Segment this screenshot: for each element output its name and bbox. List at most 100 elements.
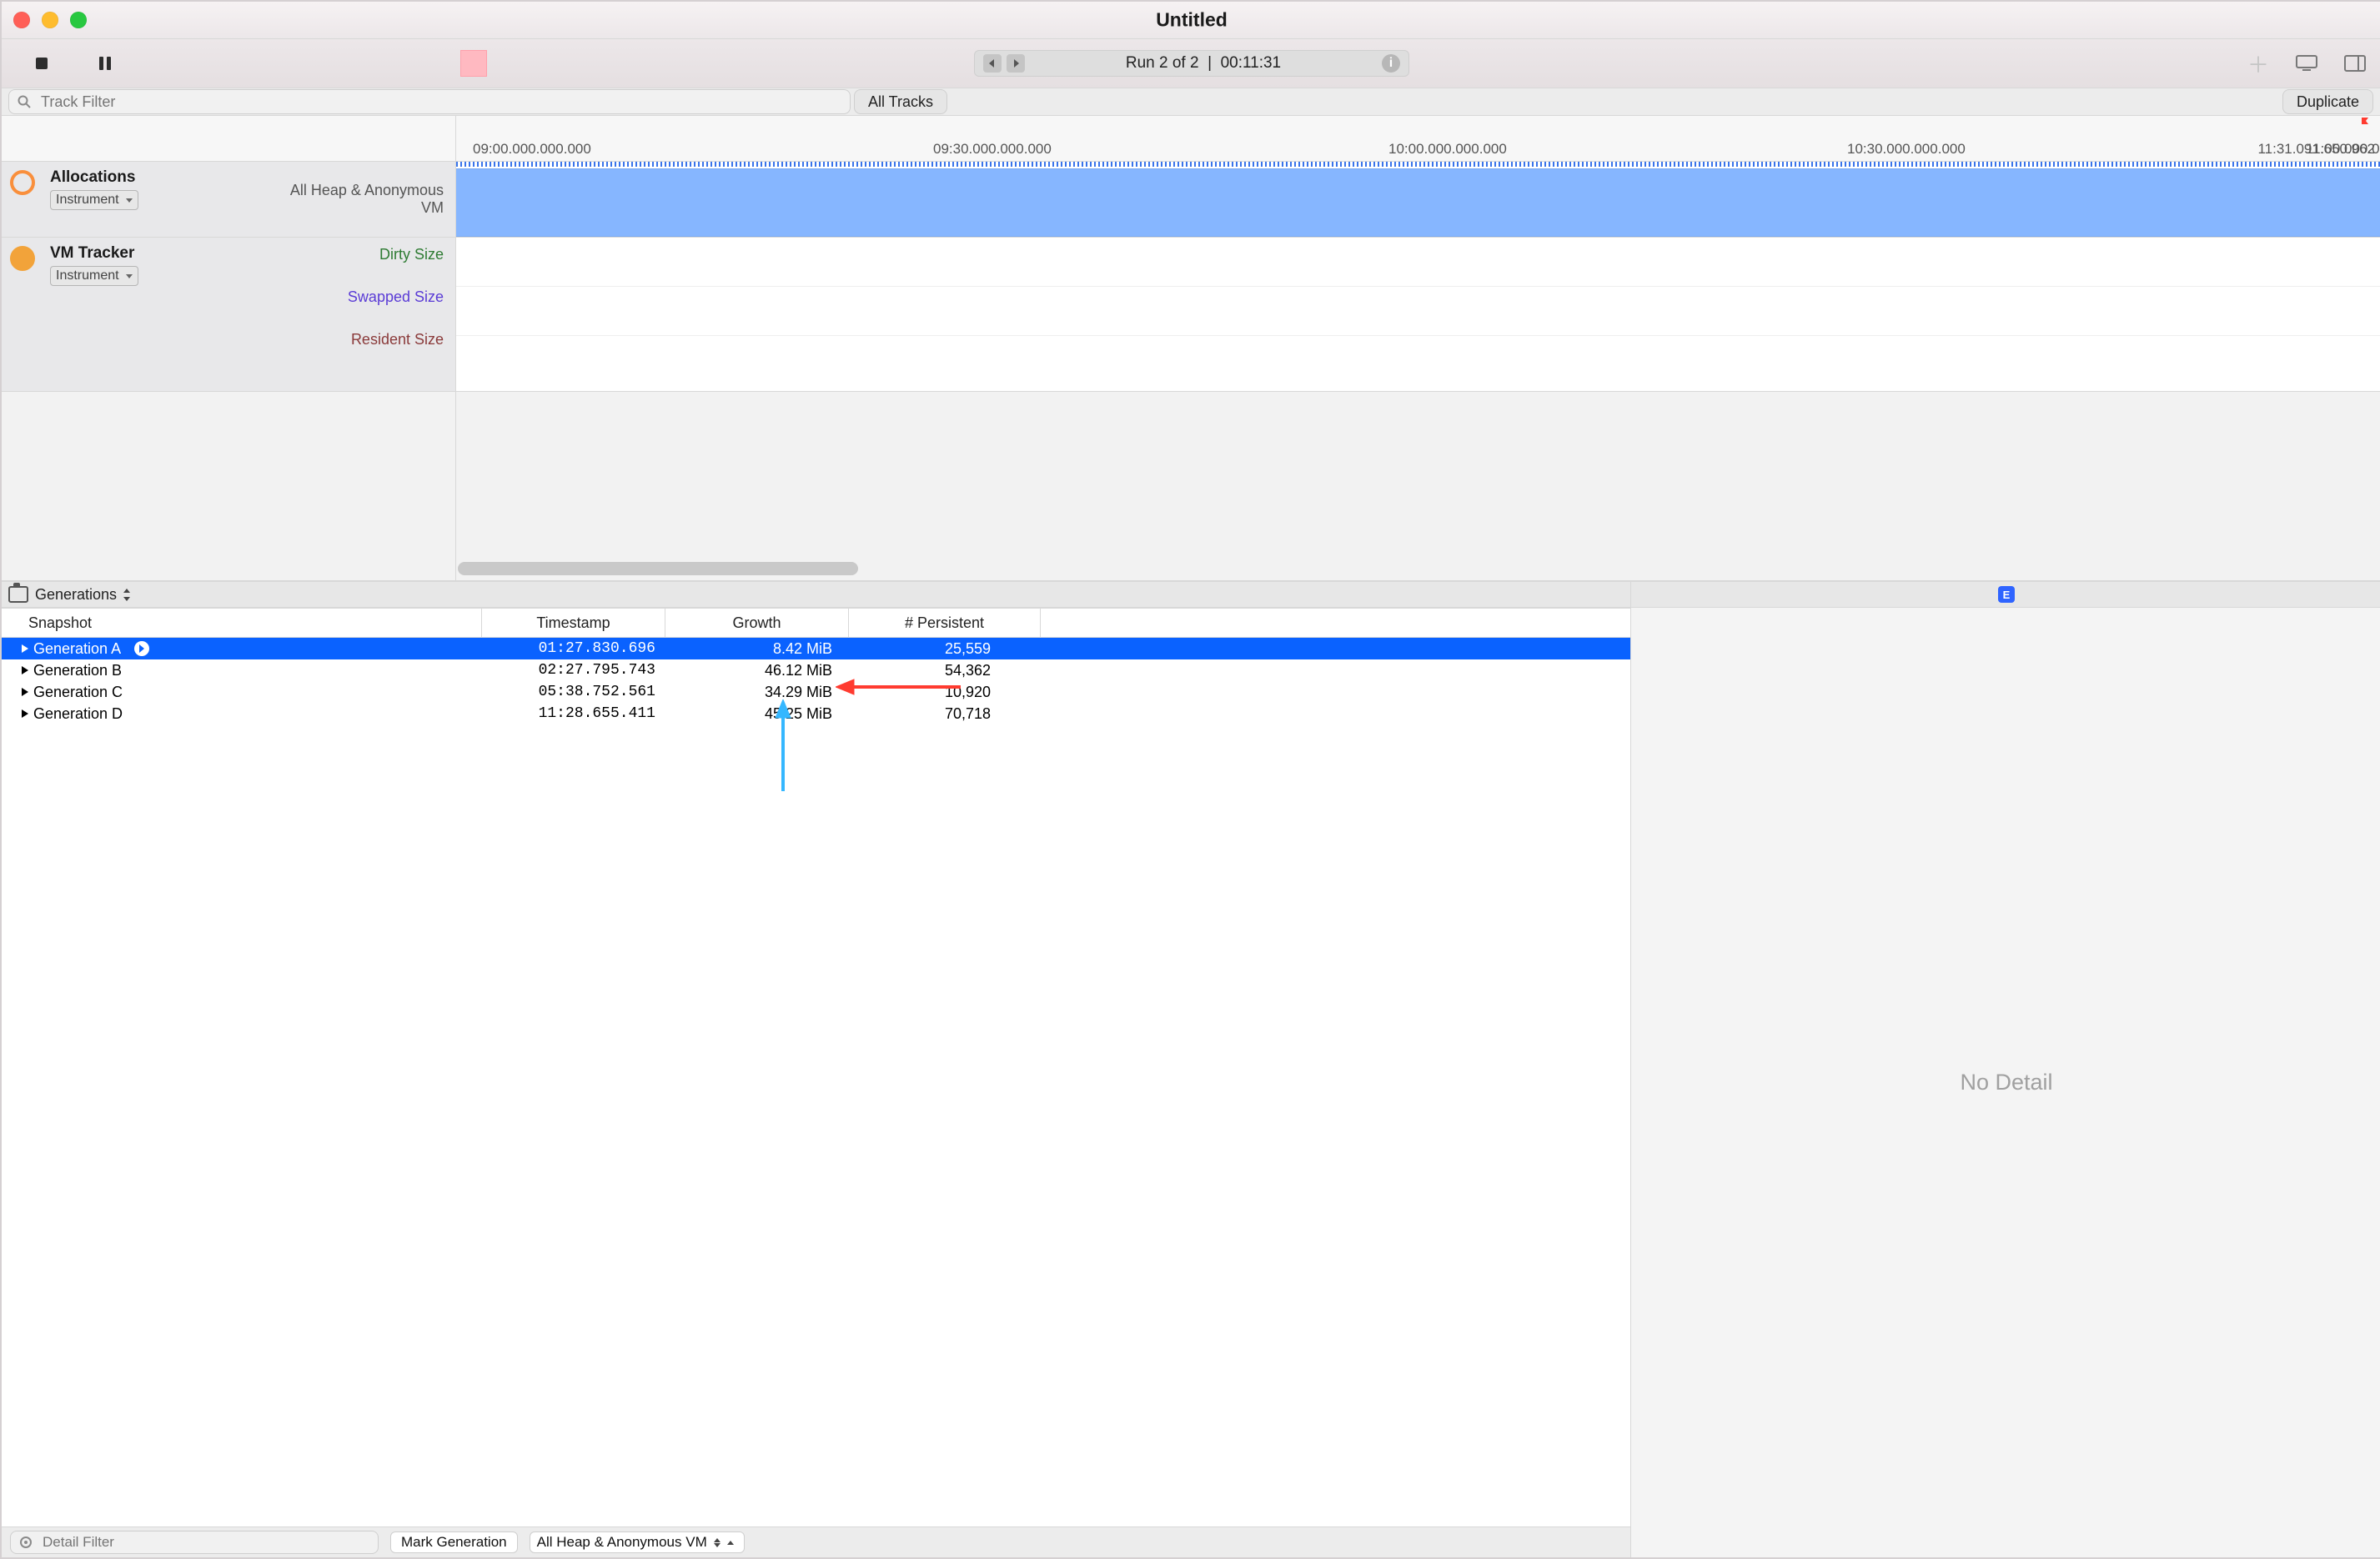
window-title: Untitled [1156,9,1228,32]
extended-detail-badge[interactable]: E [1998,586,2015,603]
ruler-tick: 09:30.000.000.000 [933,141,1052,158]
table-header[interactable]: Snapshot Timestamp Growth # Persistent [2,608,1630,638]
generation-persistent: 25,559 [849,640,1041,658]
flag-icon [2362,118,2370,128]
detail-filter-field[interactable] [10,1531,379,1554]
swapped-size-row [456,287,2380,336]
col-timestamp[interactable]: Timestamp [482,609,665,637]
resident-size-label: Resident Size [285,331,444,348]
ruler-tick: 09:00.000.000.000 [473,141,591,158]
focus-button[interactable] [134,641,149,656]
pause-icon [99,57,111,70]
add-button[interactable]: ＋ [2243,48,2273,78]
track-filter-input[interactable] [39,93,841,112]
minimize-window-button[interactable] [42,12,58,28]
detail-view-bar: Generations [2,582,1630,608]
next-run-button[interactable] [1007,54,1025,73]
allocations-sparkline [456,162,2380,167]
allocations-instrument-selector[interactable]: Instrument [50,190,138,210]
close-window-button[interactable] [13,12,30,28]
scrollbar-thumb[interactable] [458,562,858,575]
toolbar: Run 2 of 2 | 00:11:31 i ＋ [2,39,2380,88]
sidebar-icon [2344,55,2366,72]
ruler-tick-end: 11:31.091.650.962 [2257,141,2375,158]
detail-filter-input[interactable] [41,1533,369,1551]
allocations-graph[interactable] [456,162,2380,237]
vm-tracker-track[interactable]: VM Tracker Instrument Dirty Size Swapped… [2,238,2380,392]
generation-timestamp: 01:27.830.696 [482,640,665,657]
run-status-pill: Run 2 of 2 | 00:11:31 i [974,50,1409,77]
disclosure-icon[interactable] [22,709,28,718]
table-row[interactable]: Generation D 11:28.655.41145.25 MiB70,718 [2,703,1630,724]
disclosure-icon[interactable] [22,644,28,653]
app-window: Untitled Run 2 of 2 | 00:11:31 i ＋ [0,0,2380,1559]
no-detail-label: No Detail [1631,608,2380,1557]
titlebar: Untitled [2,2,2380,39]
window-controls [13,12,87,28]
zoom-window-button[interactable] [70,12,87,28]
info-icon[interactable]: i [1382,54,1400,73]
detail-view-label: Generations [35,586,117,604]
col-persistent[interactable]: # Persistent [849,609,1041,637]
process-swatch[interactable] [460,50,487,77]
col-snapshot[interactable]: Snapshot [2,609,482,637]
stop-button[interactable] [27,48,57,78]
table-row[interactable]: Generation B02:27.795.74346.12 MiB54,362 [2,659,1630,681]
pause-button[interactable] [90,48,120,78]
allocations-track[interactable]: Allocations Instrument All Heap & Anonym… [2,162,2380,238]
disclosure-icon[interactable] [22,666,28,674]
display-mode-button[interactable] [2292,48,2322,78]
camera-icon [8,586,28,603]
inspector-toggle-button[interactable] [2340,48,2370,78]
timeline-scrollbar[interactable] [456,562,2380,575]
generation-name: Generation B [33,662,122,679]
generation-timestamp: 05:38.752.561 [482,684,665,700]
monitor-icon [2296,55,2317,72]
ruler-tick: 10:30.000.000.000 [1847,141,1966,158]
search-icon [18,95,31,108]
timeline-area: 09:00.000.000.000 09:30.000.000.000 10:0… [2,116,2380,582]
filter-bar: All Tracks Duplicate [2,88,2380,116]
inspector-panel: E No Detail [1631,582,2380,1557]
generation-timestamp: 02:27.795.743 [482,662,665,679]
generation-timestamp: 11:28.655.411 [482,705,665,722]
settings-icon [19,1536,33,1549]
generation-growth: 8.42 MiB [665,640,849,658]
swapped-size-label: Swapped Size [285,288,444,306]
detail-panel: Generations Snapshot Timestamp Growth # … [2,582,1631,1557]
table-row[interactable]: Generation C05:38.752.56134.29 MiB10,920 [2,681,1630,703]
allocations-region [456,168,2380,237]
generation-persistent: 70,718 [849,705,1041,723]
vm-tracker-track-icon [10,246,35,271]
generations-table: Snapshot Timestamp Growth # Persistent G… [2,608,1630,1526]
time-ruler[interactable]: 09:00.000.000.000 09:30.000.000.000 10:0… [2,116,2380,162]
detail-footer: Mark Generation All Heap & Anonymous VM [2,1526,1630,1557]
all-tracks-button[interactable]: All Tracks [854,89,947,114]
stop-icon [36,58,48,69]
dirty-size-row [456,238,2380,287]
generation-growth: 34.29 MiB [665,684,849,701]
allocations-track-name: Allocations [50,168,267,187]
annotation-arrow-red [836,674,961,699]
vm-tracker-instrument-selector[interactable]: Instrument [50,266,138,286]
mark-generation-button[interactable]: Mark Generation [390,1531,518,1553]
vm-tracker-track-name: VM Tracker [50,244,267,263]
up-down-chevron-icon [123,589,130,601]
allocations-track-icon [10,170,35,195]
detail-view-selector[interactable]: Generations [35,586,130,604]
generation-name: Generation D [33,705,123,723]
duplicate-button[interactable]: Duplicate [2282,89,2373,114]
prev-run-button[interactable] [983,54,1002,73]
generation-growth: 45.25 MiB [665,705,849,723]
table-row[interactable]: Generation A 01:27.830.6968.42 MiB25,559 [2,638,1630,659]
scope-selector[interactable]: All Heap & Anonymous VM [530,1531,745,1553]
detail-split: Generations Snapshot Timestamp Growth # … [2,582,2380,1557]
vm-tracker-graph[interactable] [456,238,2380,391]
timeline-blank-area [2,392,2380,581]
dirty-size-label: Dirty Size [285,246,444,263]
track-filter-field[interactable] [8,89,851,114]
generation-name: Generation A [33,640,121,658]
resident-size-row [456,336,2380,384]
col-growth[interactable]: Growth [665,609,849,637]
disclosure-icon[interactable] [22,688,28,696]
